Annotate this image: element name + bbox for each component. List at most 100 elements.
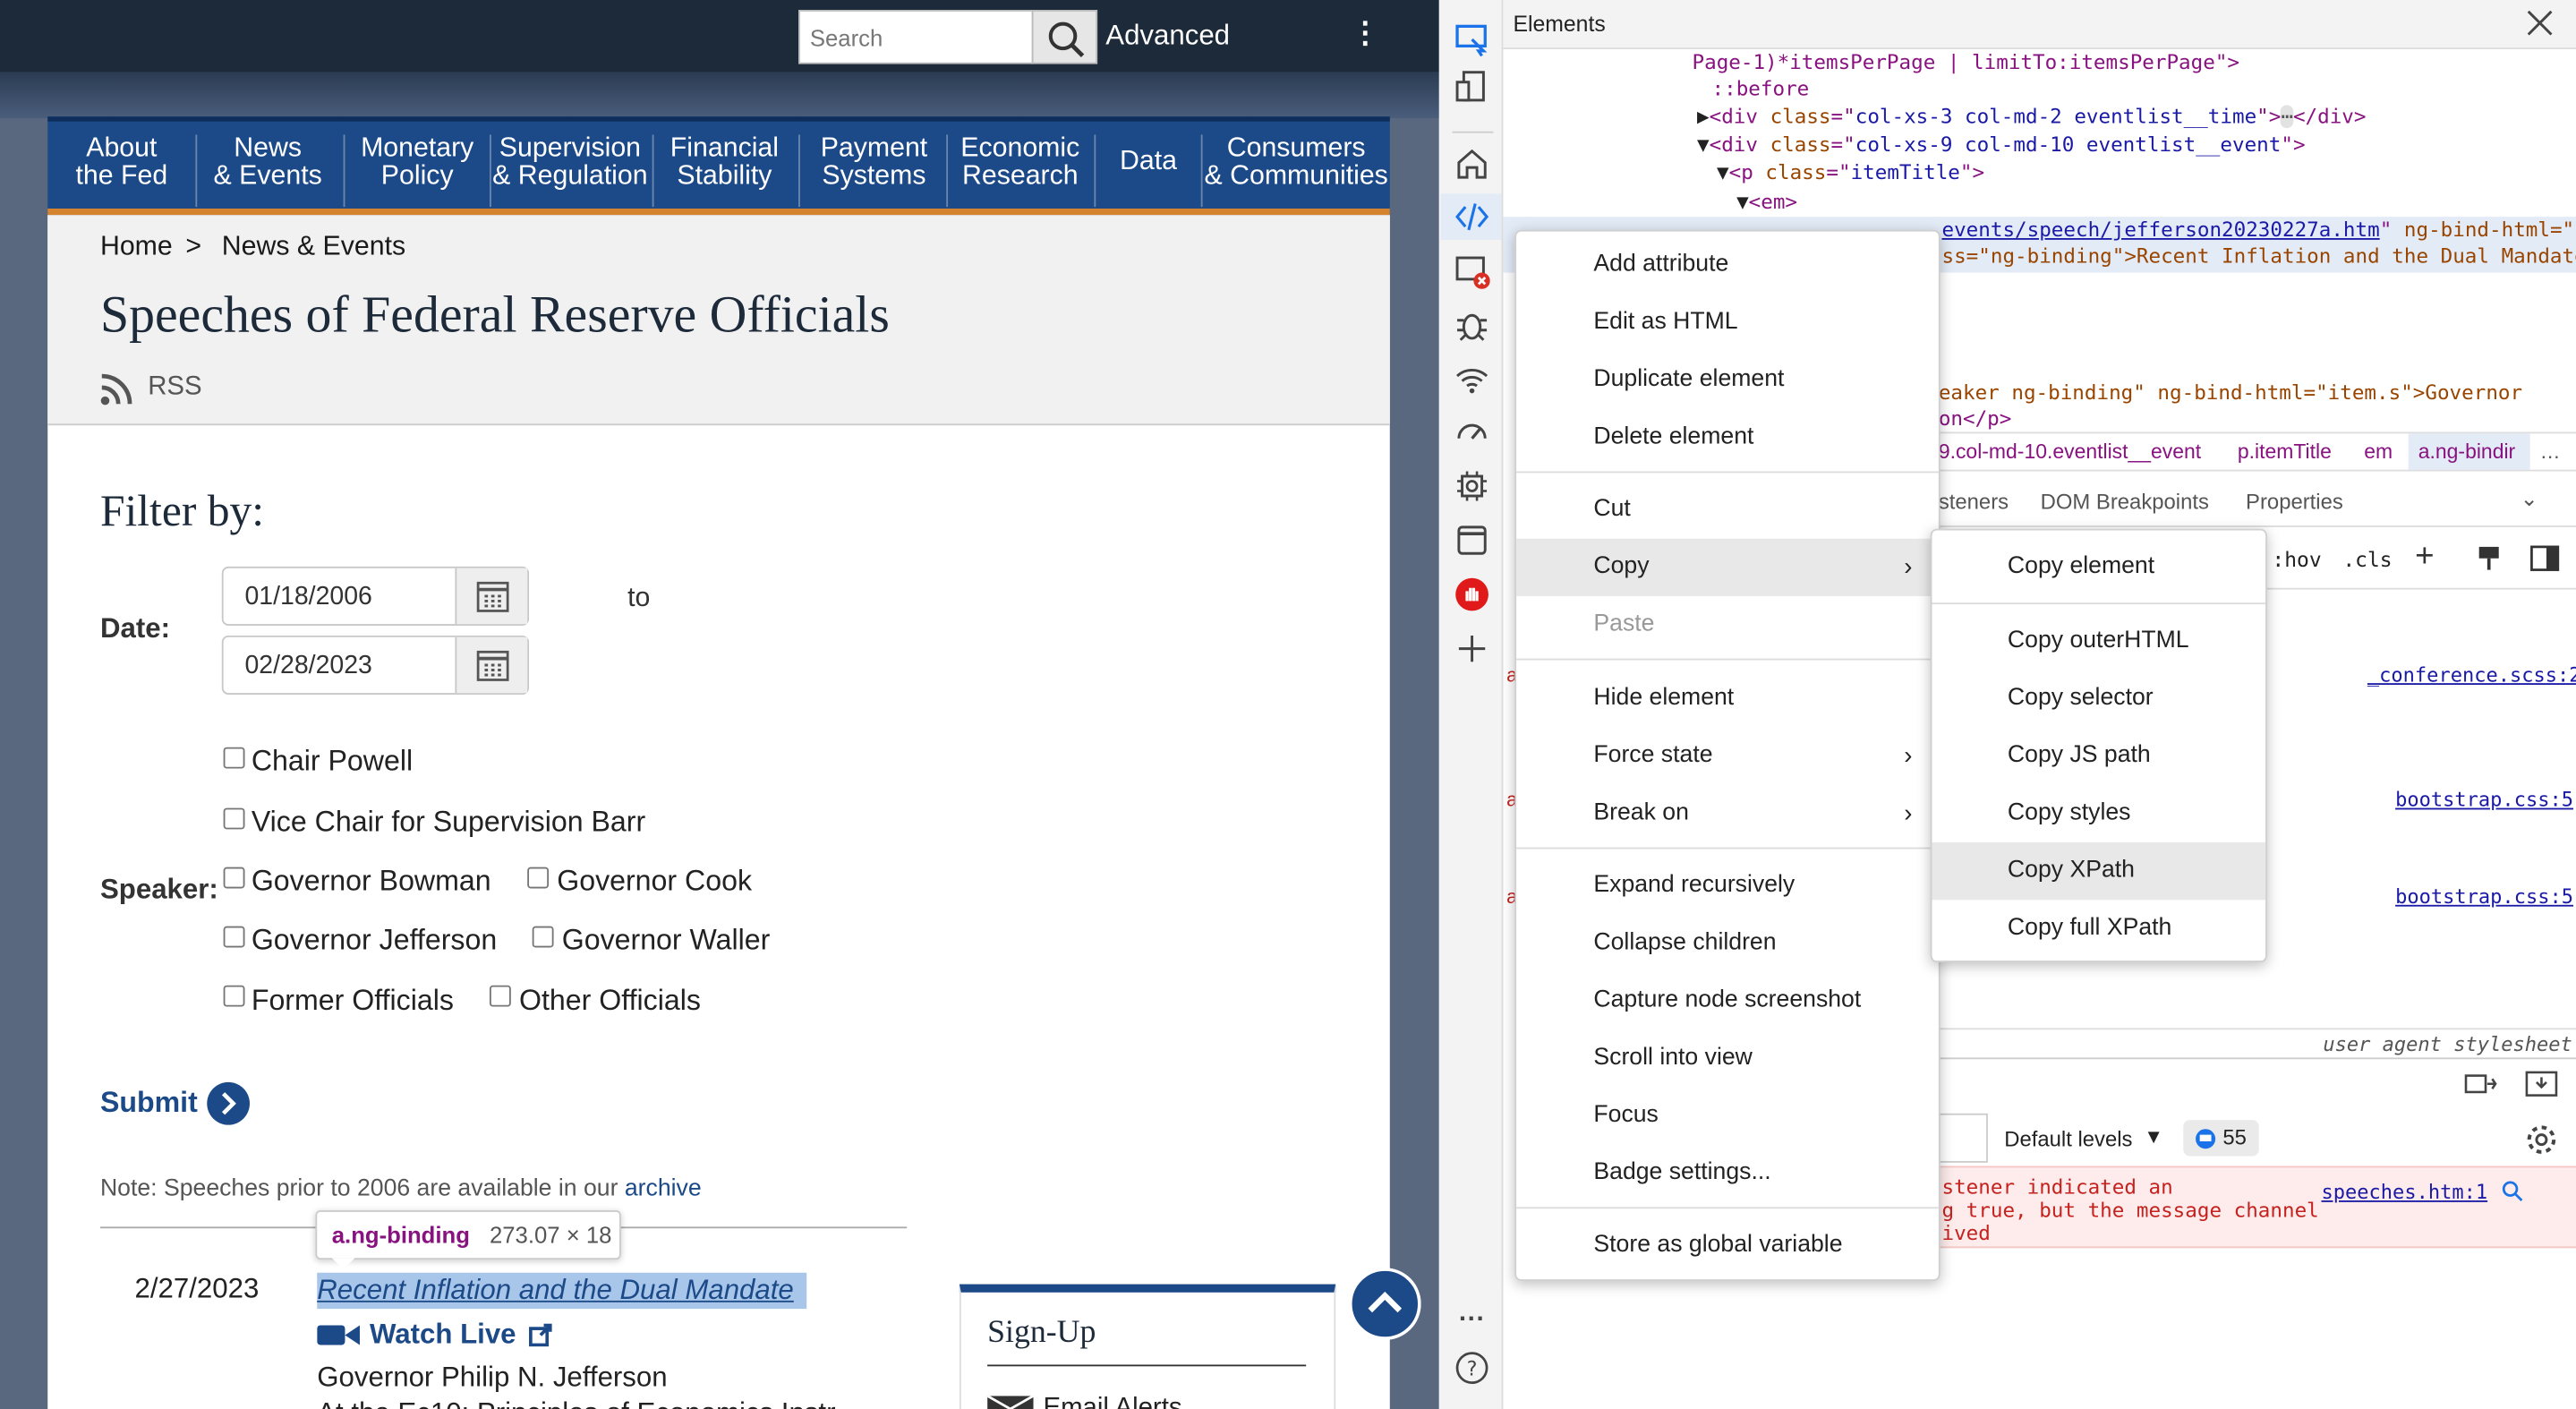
sidebar-toggle-icon[interactable] <box>2530 545 2560 571</box>
menu-badge-settings[interactable]: Badge settings... <box>1516 1145 1939 1202</box>
device-icon[interactable] <box>1454 69 1489 105</box>
menu-focus[interactable]: Focus <box>1516 1087 1939 1144</box>
console-settings-icon[interactable] <box>2525 1123 2558 1157</box>
cls-toggle[interactable]: .cls <box>2342 547 2392 572</box>
crumb-more[interactable]: … <box>2540 440 2561 464</box>
kebab-menu-icon[interactable]: ⋮ <box>1351 16 1380 51</box>
inspect-icon[interactable] <box>1454 21 1489 57</box>
date-from-calendar-button[interactable] <box>455 568 528 625</box>
dom-node[interactable]: eaker ng-binding" ng-bind-html="item.s">… <box>1939 381 2522 405</box>
close-icon[interactable] <box>2523 6 2556 39</box>
nav-payment[interactable]: Payment Systems <box>808 134 940 189</box>
crumb[interactable]: p.itemTitle <box>2238 440 2332 464</box>
tab-properties[interactable]: Properties <box>2246 490 2343 515</box>
checkbox-governor-cook[interactable] <box>527 867 550 889</box>
checkbox-other-officials[interactable] <box>489 985 511 1007</box>
bug-icon[interactable] <box>1454 307 1489 343</box>
rss-icon[interactable] <box>100 372 135 406</box>
console-source-link[interactable]: speeches.htm:1 <box>2321 1181 2487 1204</box>
network-icon[interactable] <box>1454 362 1489 397</box>
menu-force-state[interactable]: Force state › <box>1516 728 1939 785</box>
menu-add-attribute[interactable]: Add attribute <box>1516 236 1939 294</box>
menu-hide-element[interactable]: Hide element <box>1516 670 1939 727</box>
help-icon[interactable]: ? <box>1454 1350 1489 1386</box>
hov-toggle[interactable]: :hov <box>2272 547 2321 572</box>
nav-about[interactable]: About the Fed <box>67 134 175 189</box>
nav-economic[interactable]: Economic Research <box>954 134 1086 189</box>
css-source-link[interactable]: bootstrap.css:5 <box>2395 885 2573 909</box>
back-to-top-icon[interactable] <box>1348 1268 1421 1340</box>
crumb[interactable]: 9.col-md-10.eventlist__event <box>1939 440 2201 464</box>
menu-copy-full-xpath[interactable]: Copy full XPath <box>1932 900 2265 957</box>
menu-copy-xpath[interactable]: Copy XPath <box>1932 842 2266 901</box>
dom-node[interactable]: ▼<p class="itemTitle"> <box>1717 161 1984 184</box>
menu-copy-styles[interactable]: Copy styles <box>1932 785 2265 842</box>
search-input[interactable]: Search <box>798 10 1034 64</box>
console-error-icon[interactable] <box>1454 253 1490 289</box>
email-alerts-link[interactable]: Email Alerts <box>1044 1394 1182 1409</box>
dom-node[interactable]: ▶<div class="col-xs-3 col-md-2 eventlist… <box>1697 105 2366 129</box>
rss-link[interactable]: RSS <box>148 372 201 402</box>
chevron-right-circle-icon[interactable] <box>205 1080 251 1126</box>
advanced-search-link[interactable]: Advanced <box>1105 20 1230 53</box>
menu-delete-element[interactable]: Delete element <box>1516 409 1939 466</box>
menu-copy-element[interactable]: Copy element <box>1932 539 2265 596</box>
crumb[interactable]: em <box>2364 440 2393 464</box>
checkbox-governor-jefferson[interactable] <box>223 926 245 948</box>
nav-supervision[interactable]: Supervision & Regulation <box>491 134 649 189</box>
crumb[interactable]: a.ng-bindir <box>2418 440 2515 464</box>
console-close-icon[interactable] <box>2525 1071 2558 1097</box>
menu-store-as-global[interactable]: Store as global variable <box>1516 1217 1939 1274</box>
watch-live-link[interactable]: Watch Live <box>370 1319 516 1352</box>
application-icon[interactable] <box>1454 522 1489 558</box>
log-levels-dropdown[interactable]: Default levels <box>2004 1126 2132 1151</box>
date-from-input[interactable]: 01/18/2006 <box>221 566 530 626</box>
nav-news[interactable]: News & Events <box>209 134 327 189</box>
chevron-down-icon[interactable]: ⌄ <box>2521 486 2538 512</box>
console-dock-icon[interactable] <box>2464 1071 2497 1097</box>
plus-icon[interactable] <box>1454 630 1489 666</box>
submit-button[interactable]: Submit <box>100 1086 198 1121</box>
nav-consumers[interactable]: Consumers & Communities <box>1204 134 1388 189</box>
menu-copy-outerhtml[interactable]: Copy outerHTML <box>1932 612 2265 670</box>
performance-icon[interactable] <box>1454 414 1489 449</box>
dom-node[interactable]: ▼<em> <box>1736 191 1797 214</box>
speech-title-link[interactable]: Recent Inflation and the Dual Mandate <box>317 1275 794 1308</box>
paint-icon[interactable] <box>2476 545 2502 571</box>
menu-expand-recursively[interactable]: Expand recursively <box>1516 858 1939 915</box>
archive-link[interactable]: archive <box>625 1176 702 1202</box>
menu-collapse-children[interactable]: Collapse children <box>1516 915 1939 972</box>
dom-node[interactable]: events/speech/jefferson20230227a.htm" ng… <box>1942 218 2576 242</box>
menu-cut[interactable]: Cut <box>1516 482 1939 539</box>
caret-down-icon[interactable]: ▼ <box>2144 1125 2163 1149</box>
css-source-link[interactable]: bootstrap.css:5 <box>2395 789 2573 812</box>
nav-financial[interactable]: Financial Stability <box>661 134 789 189</box>
home-icon[interactable] <box>1454 146 1489 182</box>
menu-break-on[interactable]: Break on › <box>1516 785 1939 842</box>
nav-data[interactable]: Data <box>1107 148 1190 175</box>
checkbox-chair-powell[interactable] <box>223 747 245 769</box>
dom-node[interactable]: ss="ng-binding">Recent Inflation and the… <box>1942 244 2576 268</box>
search-button[interactable] <box>1031 10 1098 64</box>
breadcrumb-current[interactable]: News & Events <box>222 232 405 263</box>
css-source-link[interactable]: _conference.scss:2 <box>2367 663 2576 687</box>
elements-icon[interactable] <box>1454 199 1489 235</box>
nav-monetary[interactable]: Monetary Policy <box>356 134 478 189</box>
menu-copy[interactable]: Copy › <box>1516 538 1939 596</box>
menu-duplicate-element[interactable]: Duplicate element <box>1516 352 1939 409</box>
breadcrumb-home[interactable]: Home <box>100 232 173 263</box>
console-filter-input[interactable] <box>1938 1113 1988 1163</box>
menu-copy-selector[interactable]: Copy selector <box>1932 670 2265 727</box>
menu-copy-js-path[interactable]: Copy JS path <box>1932 728 2265 785</box>
tab-event-listeners[interactable]: steners <box>1939 490 2009 515</box>
search-icon[interactable] <box>2501 1179 2524 1202</box>
checkbox-vice-chair-barr[interactable] <box>223 807 245 830</box>
checkbox-governor-bowman[interactable] <box>223 867 245 889</box>
more-icon[interactable]: ··· <box>1454 1302 1489 1338</box>
checkbox-governor-waller[interactable] <box>532 926 554 948</box>
settings-chip-icon[interactable] <box>1454 468 1489 504</box>
tab-dom-breakpoints[interactable]: DOM Breakpoints <box>2041 490 2209 515</box>
date-to-input[interactable]: 02/28/2023 <box>221 635 530 695</box>
dom-node[interactable]: ▼<div class="col-xs-9 col-md-10 eventlis… <box>1697 133 2306 157</box>
add-rule-icon[interactable]: + <box>2415 539 2434 576</box>
